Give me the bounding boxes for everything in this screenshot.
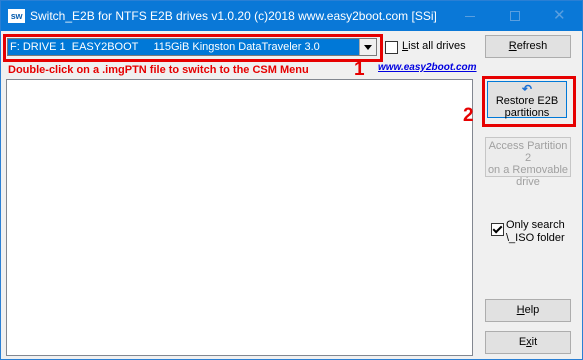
- minimize-button[interactable]: [447, 1, 492, 31]
- annotation-number-2: 2: [463, 105, 474, 126]
- maximize-icon: [510, 11, 520, 21]
- highlight-box-drive: [3, 34, 383, 62]
- maximize-button[interactable]: [492, 1, 537, 31]
- refresh-button[interactable]: Refresh: [485, 35, 571, 58]
- website-link[interactable]: www.easy2boot.com: [378, 62, 477, 73]
- list-all-drives-label[interactable]: List all drives: [402, 40, 466, 52]
- title-bar[interactable]: sw Switch_E2B for NTFS E2B drives v1.0.2…: [1, 1, 582, 31]
- exit-button[interactable]: Exit: [485, 331, 571, 354]
- app-window: sw Switch_E2B for NTFS E2B drives v1.0.2…: [0, 0, 583, 360]
- close-icon: ✕: [553, 7, 566, 24]
- annotation-number-1: 1: [354, 59, 365, 80]
- minimize-icon: [465, 16, 475, 17]
- instruction-text: Double-click on a .imgPTN file to switch…: [8, 64, 309, 76]
- app-icon: sw: [8, 9, 25, 23]
- close-button[interactable]: ✕: [537, 1, 582, 31]
- undo-arrow-icon: ↶: [521, 82, 533, 96]
- only-search-iso-label[interactable]: Only search \_ISO folder: [506, 219, 566, 245]
- help-button[interactable]: Help: [485, 299, 571, 322]
- window-title: Switch_E2B for NTFS E2B drives v1.0.20 (…: [30, 9, 437, 23]
- file-listbox[interactable]: [6, 79, 473, 356]
- only-search-iso-checkbox[interactable]: [491, 223, 504, 236]
- restore-e2b-partitions-button[interactable]: ↶ Restore E2B partitions: [487, 81, 567, 119]
- access-partition-2-button[interactable]: Access Partition 2 on a Removable drive: [485, 137, 571, 188]
- list-all-drives-checkbox[interactable]: [385, 41, 398, 54]
